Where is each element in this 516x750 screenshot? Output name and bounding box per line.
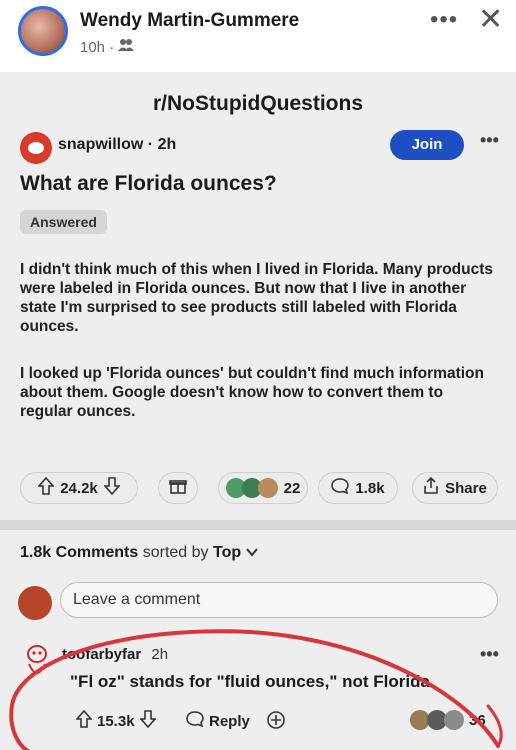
comment-awards[interactable]: 36 [410,710,486,730]
chevron-down-icon[interactable] [245,544,258,561]
awards-count: 22 [283,479,301,497]
post-body-paragraph-1: I didn't think much of this when I lived… [20,261,494,335]
award-plus-icon [266,710,286,734]
upvote-icon[interactable] [75,709,93,732]
comment-more-icon[interactable]: ••• [480,644,499,665]
comment-vote-count: 15.3k [97,712,135,730]
close-icon[interactable]: ✕ [478,2,503,37]
share-button[interactable]: Share [412,472,498,504]
reply-button[interactable]: Reply [186,710,250,732]
friends-icon [118,38,135,56]
flair-badge: Answered [20,210,107,234]
comments-count: 1.8k [355,479,385,497]
current-user-avatar [18,586,52,620]
reply-label: Reply [209,712,250,730]
facebook-post-header: Wendy Martin-Gummere 10h · ••• ✕ [0,0,516,72]
gift-icon [169,477,187,499]
comment-username[interactable]: toofarbyfar [62,646,141,663]
comment-author[interactable]: toofarbyfar 2h [62,646,168,663]
comment-icon [186,710,204,732]
award-icon [444,710,464,730]
upvote-icon[interactable] [37,476,55,499]
comments-total: 1.8k Comments [20,544,139,561]
more-horizontal-icon[interactable]: ••• [430,6,458,34]
comment-vote: 15.3k [75,709,157,732]
op-avatar[interactable] [20,132,52,164]
comment-text: "Fl oz" stands for "fluid ounces," not F… [70,672,435,691]
author-avatar[interactable] [18,6,68,56]
op-username[interactable]: snapwillow · 2h [58,136,176,154]
post-meta: 10h · [80,38,135,56]
author-name[interactable]: Wendy Martin-Gummere [80,10,299,32]
subreddit-title[interactable]: r/NoStupidQuestions [0,92,516,116]
comments-sort-bar[interactable]: 1.8k Comments sorted by Top [20,544,258,562]
sort-value[interactable]: Top [213,544,241,561]
sorted-by-label: sorted by [142,544,209,561]
leave-comment-input[interactable]: Leave a comment [60,582,498,618]
post-more-icon[interactable]: ••• [480,130,499,151]
join-button[interactable]: Join [390,130,464,160]
commenter-avatar[interactable] [22,642,52,682]
comment-icon [331,477,350,499]
downvote-icon[interactable] [103,477,121,499]
comment-award-button[interactable] [266,710,286,734]
award-button[interactable] [158,472,198,504]
section-divider [0,520,516,530]
reddit-screenshot: r/NoStupidQuestions snapwillow · 2h Join… [0,72,516,750]
comments-pill[interactable]: 1.8k [318,472,398,504]
share-label: Share [445,479,487,497]
comment-actions: 15.3k Reply 36 [0,708,516,734]
post-actions: 24.2k 22 1.8k Share [0,472,516,504]
share-icon [423,476,439,499]
post-time[interactable]: 10h · [80,39,114,56]
post-body-paragraph-2: I looked up 'Florida ounces' but couldn'… [20,365,484,420]
downvote-icon[interactable] [138,710,157,732]
award-icon [257,478,278,498]
vote-count: 24.2k [60,479,98,497]
awards-pill[interactable]: 22 [218,472,308,504]
vote-pill: 24.2k [20,472,138,504]
comment-awards-count: 36 [469,711,486,729]
comment-time: 2h [151,646,169,663]
post-title[interactable]: What are Florida ounces? [20,172,277,196]
